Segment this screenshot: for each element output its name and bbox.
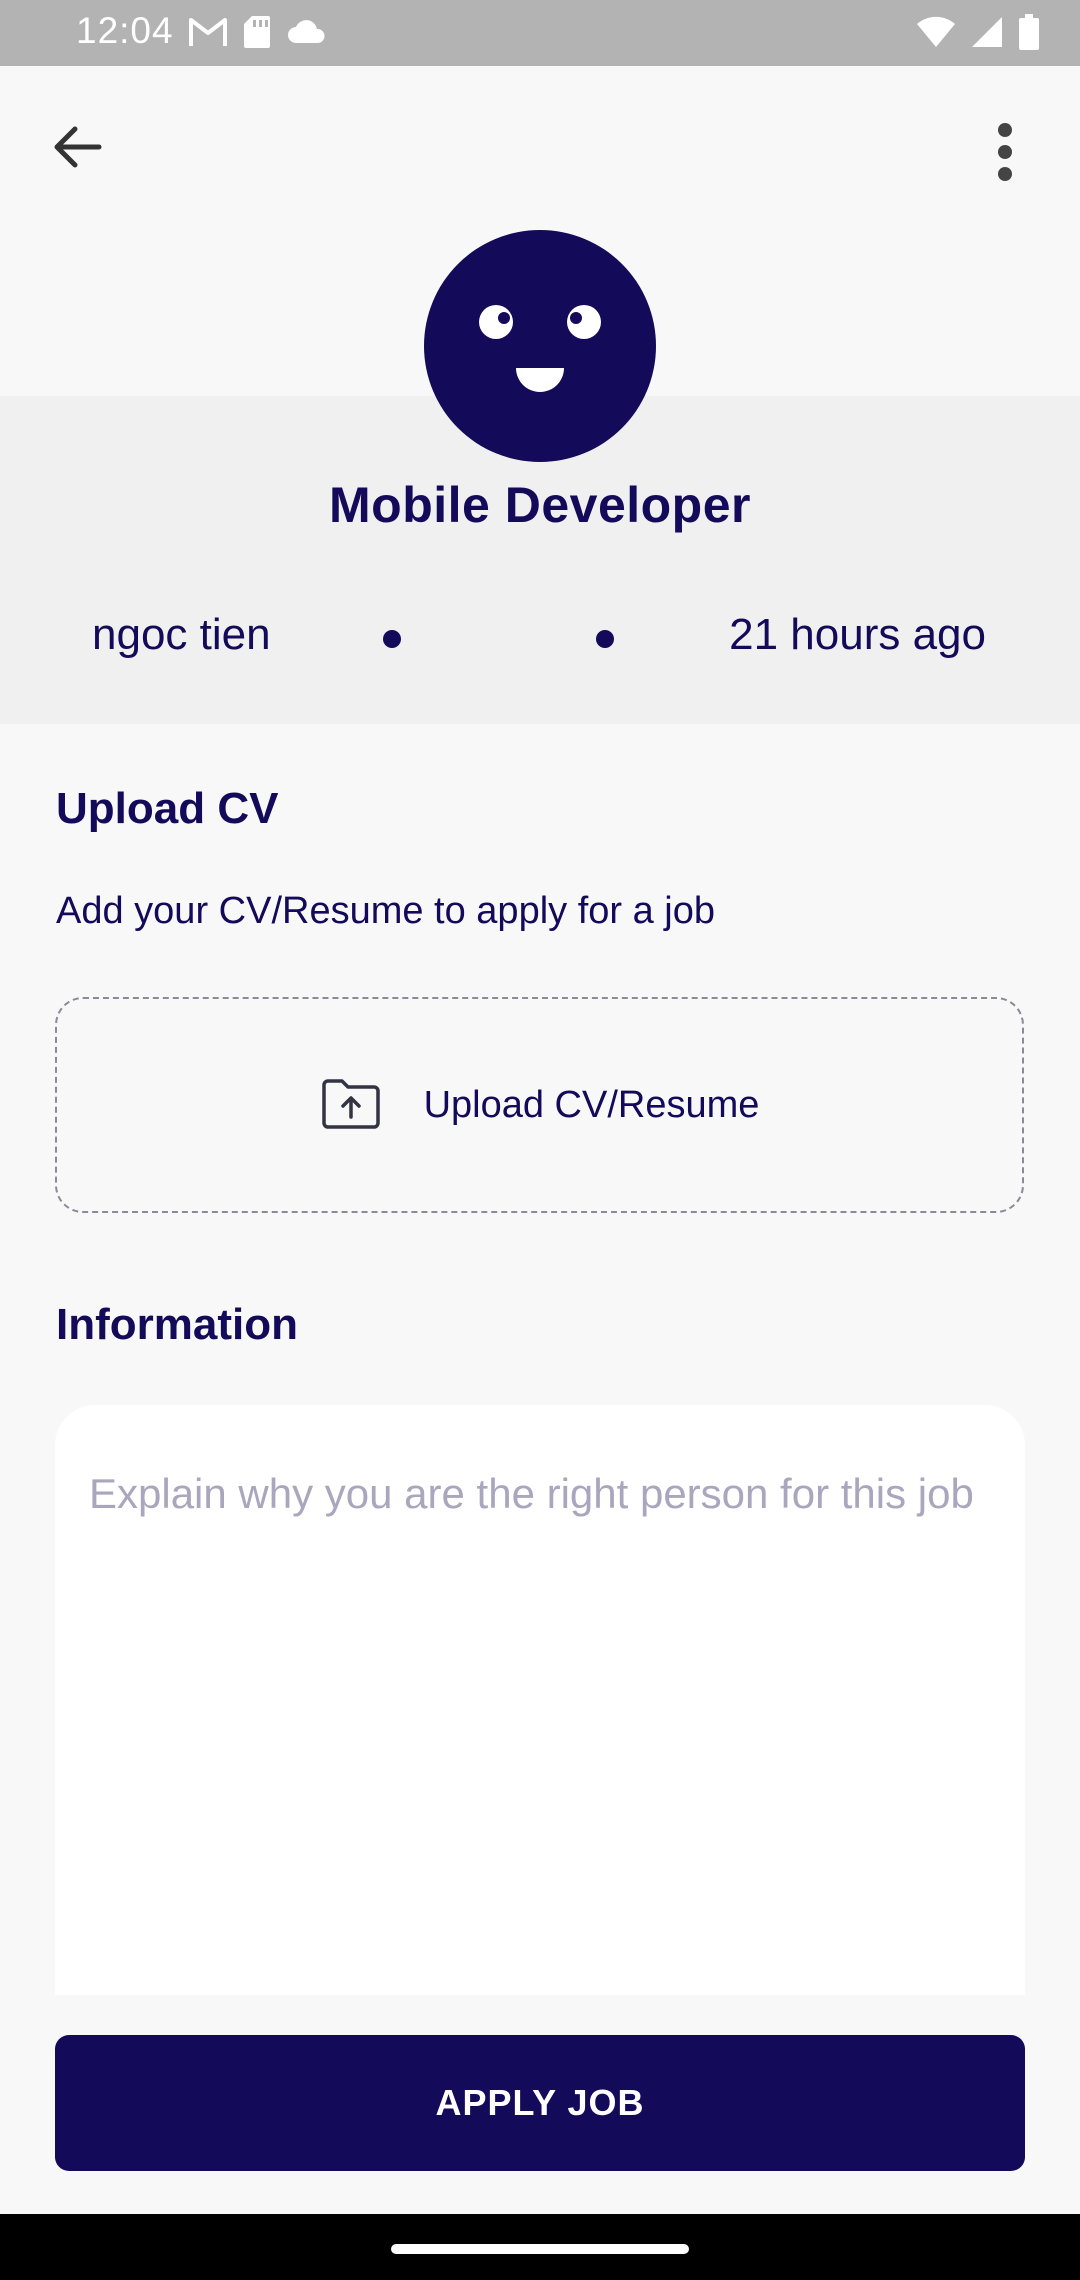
status-time: 12:04 [76, 10, 174, 51]
information-title: Information [56, 1300, 298, 1349]
status-right-icons [916, 14, 1040, 55]
sd-card-icon [242, 14, 272, 55]
arrow-left-icon [51, 125, 103, 174]
system-nav-bar [0, 2214, 1080, 2280]
wifi-icon [916, 15, 956, 54]
home-indicator[interactable] [391, 2244, 689, 2254]
signal-icon [970, 15, 1004, 54]
battery-icon [1018, 14, 1040, 55]
separator-dot [383, 630, 401, 648]
separator-dot [596, 630, 614, 648]
job-meta: ngoc tien 21 hours ago [0, 610, 1080, 670]
job-author: ngoc tien [92, 610, 271, 659]
upload-cv-label: Upload CV/Resume [423, 1083, 760, 1126]
job-posted-time: 21 hours ago [729, 610, 986, 659]
back-button[interactable] [42, 114, 112, 184]
apply-job-button[interactable]: APPLY JOB [55, 2035, 1025, 2171]
information-textarea[interactable] [55, 1405, 1025, 1995]
more-vertical-icon [995, 122, 1015, 187]
cloud-icon [286, 17, 328, 52]
avatar [424, 230, 656, 462]
folder-upload-icon [320, 1075, 382, 1136]
job-title: Mobile Developer [329, 477, 751, 533]
status-left-icons [188, 14, 328, 55]
upload-cv-title: Upload CV [56, 784, 279, 833]
more-options-button[interactable] [970, 114, 1040, 194]
smiley-face-icon [479, 305, 601, 392]
upload-cv-description: Add your CV/Resume to apply for a job [56, 890, 716, 932]
gmail-icon [188, 15, 228, 54]
upload-cv-button[interactable]: Upload CV/Resume [55, 997, 1024, 1213]
status-bar: 12:04 [0, 0, 1080, 66]
